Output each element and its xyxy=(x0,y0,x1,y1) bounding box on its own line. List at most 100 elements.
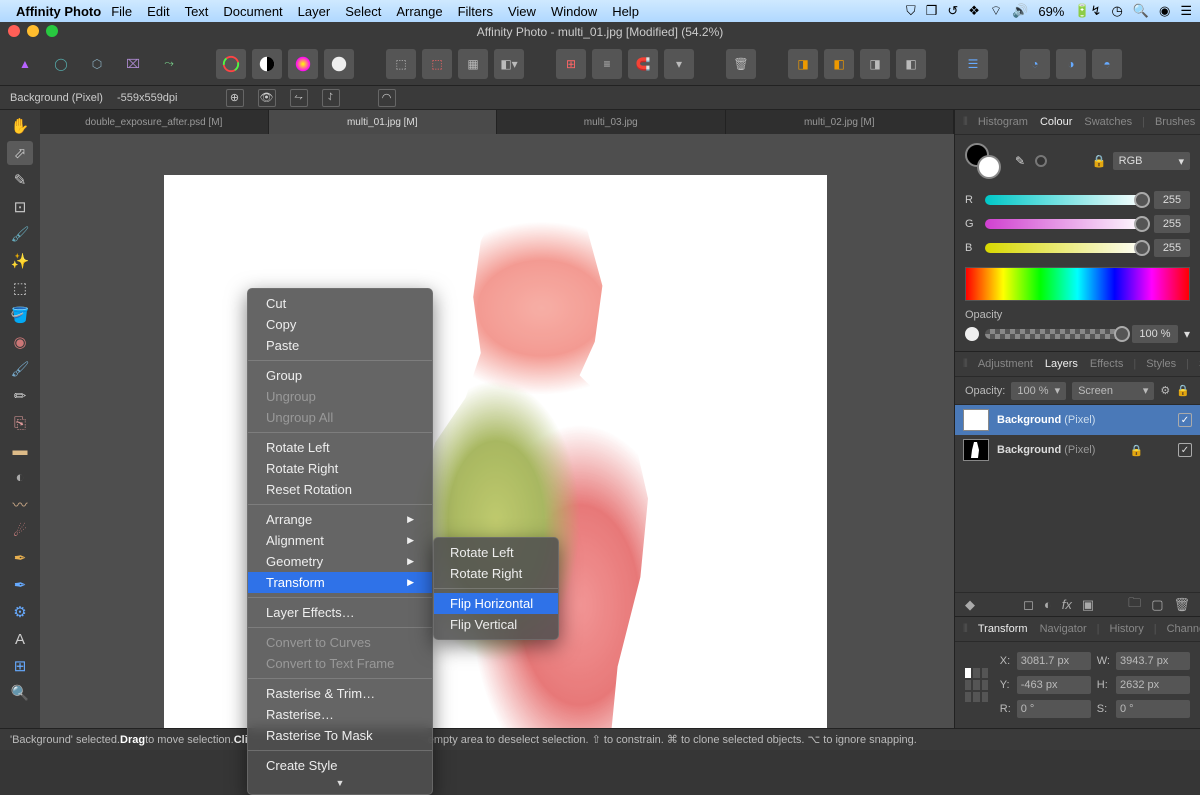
sub-flip-vertical[interactable]: Flip Vertical xyxy=(434,614,558,635)
ctx-rasterise-trim[interactable]: Rasterise & Trim… xyxy=(248,683,432,704)
opacity-dropdown-icon[interactable]: ▾ xyxy=(1184,327,1190,341)
persona-develop-icon[interactable]: ⬡ xyxy=(82,49,112,79)
value-g[interactable]: 255 xyxy=(1154,215,1190,233)
flood-select-tool-icon[interactable]: ✨ xyxy=(7,249,33,273)
dropbox-icon[interactable]: ❖ xyxy=(968,3,980,19)
ctx-group[interactable]: Group xyxy=(248,365,432,386)
blur-tool-icon[interactable]: 〰 xyxy=(7,492,33,516)
ctx-reset-rotation[interactable]: Reset Rotation xyxy=(248,479,432,500)
tab-navigator[interactable]: Navigator xyxy=(1038,621,1089,637)
menu-filters[interactable]: Filters xyxy=(458,4,493,19)
persona-tone-icon[interactable]: ⌧ xyxy=(118,49,148,79)
ctx-eye-icon[interactable]: 👁 xyxy=(258,89,276,107)
menu-edit[interactable]: Edit xyxy=(147,4,169,19)
lock-icon[interactable]: 🔒 xyxy=(1092,154,1107,168)
menu-select[interactable]: Select xyxy=(345,4,381,19)
pen-tool-icon[interactable]: ✒ xyxy=(7,573,33,597)
field-h[interactable]: 2632 px xyxy=(1116,676,1190,694)
sponge-tool-icon[interactable]: ▬ xyxy=(7,438,33,462)
layer-fx-icon[interactable]: fx xyxy=(1062,597,1072,612)
auto-wb-icon[interactable] xyxy=(324,49,354,79)
doc-tab-3[interactable]: multi_03.jpg xyxy=(497,110,726,134)
marquee-tool-icon[interactable]: ⬚ xyxy=(7,276,33,300)
tab-styles[interactable]: Styles xyxy=(1144,356,1178,372)
text-tool-icon[interactable]: A xyxy=(7,627,33,651)
grid-icon[interactable]: ⊞ xyxy=(556,49,586,79)
move-back-icon[interactable]: ◧ xyxy=(896,49,926,79)
mesh-tool-icon[interactable]: ⊞ xyxy=(7,654,33,678)
ctx-create-style[interactable]: Create Style xyxy=(248,755,432,776)
subtract-layer-icon[interactable]: ◑ xyxy=(1056,49,1086,79)
persona-liquify-icon[interactable]: ◯ xyxy=(46,49,76,79)
tab-layers[interactable]: Layers xyxy=(1043,356,1080,372)
volume-icon[interactable]: 🔊 xyxy=(1012,3,1028,19)
menu-text[interactable]: Text xyxy=(185,4,209,19)
ctx-layer-effects[interactable]: Layer Effects… xyxy=(248,602,432,623)
smudge-tool-icon[interactable]: ☄ xyxy=(7,519,33,543)
ctx-cut[interactable]: Cut xyxy=(248,293,432,314)
menu-layer[interactable]: Layer xyxy=(298,4,331,19)
layer-visible-checkbox[interactable]: ✓ xyxy=(1178,443,1192,457)
tab-history[interactable]: History xyxy=(1108,621,1146,637)
zoom-tool-icon[interactable]: 🔍 xyxy=(7,681,33,705)
gradient-tool-icon[interactable]: ◉ xyxy=(7,330,33,354)
tab-effects[interactable]: Effects xyxy=(1088,356,1125,372)
paint-brush-tool-icon[interactable]: 🖌 xyxy=(7,357,33,381)
minimize-button[interactable] xyxy=(27,25,39,37)
tab-swatches[interactable]: Swatches xyxy=(1082,114,1134,130)
layer-add-icon[interactable]: ▢ xyxy=(1151,597,1163,613)
selection-marquee-icon[interactable]: ⬚ xyxy=(386,49,416,79)
move-forward-icon[interactable]: ◧ xyxy=(824,49,854,79)
slider-r[interactable] xyxy=(985,195,1146,205)
move-front-icon[interactable]: ◨ xyxy=(788,49,818,79)
dodge-tool-icon[interactable]: ◐ xyxy=(7,465,33,489)
menu-file[interactable]: File xyxy=(111,4,132,19)
ctx-more-indicator[interactable]: ▼ xyxy=(248,776,432,790)
flood-fill-tool-icon[interactable]: 🪣 xyxy=(7,303,33,327)
colour-mode-select[interactable]: RGB▾ xyxy=(1113,152,1190,170)
ctx-geometry[interactable]: Geometry xyxy=(248,551,432,572)
tab-histogram[interactable]: Histogram xyxy=(976,114,1030,130)
ctx-aligny-icon[interactable]: ⥌ xyxy=(322,89,340,107)
ctx-ungroup[interactable]: Ungroup xyxy=(248,386,432,407)
slider-b[interactable] xyxy=(985,243,1146,253)
ctx-target-icon[interactable]: ⊕ xyxy=(226,89,244,107)
ctx-rotate-right[interactable]: Rotate Right xyxy=(248,458,432,479)
field-w[interactable]: 3943.7 px xyxy=(1116,652,1190,670)
value-b[interactable]: 255 xyxy=(1154,239,1190,257)
ctx-alignx-icon[interactable]: ⥊ xyxy=(290,89,308,107)
layer-group-icon[interactable]: 🗀 xyxy=(1128,594,1141,616)
ctx-rasterise-mask[interactable]: Rasterise To Mask xyxy=(248,725,432,746)
menu-view[interactable]: View xyxy=(508,4,536,19)
opacity-slider[interactable] xyxy=(985,329,1126,339)
clone-brush-tool-icon[interactable]: ⎘ xyxy=(7,411,33,435)
layer-lock-icon[interactable]: 🔒 xyxy=(1130,444,1144,457)
layer-gear-icon[interactable]: ⚙ xyxy=(1160,384,1170,397)
hand-tool-icon[interactable]: ✋ xyxy=(7,114,33,138)
timemachine-icon[interactable]: ↺ xyxy=(947,3,958,19)
ctx-rotate-left[interactable]: Rotate Left xyxy=(248,437,432,458)
menu-arrange[interactable]: Arrange xyxy=(396,4,442,19)
auto-levels-icon[interactable] xyxy=(216,49,246,79)
doc-tab-4[interactable]: multi_02.jpg [M] xyxy=(726,110,955,134)
layer-row[interactable]: Background (Pixel) 🔒 ✓ xyxy=(955,435,1200,465)
spotlight-icon[interactable]: 🔍 xyxy=(1133,3,1149,19)
clock-icon[interactable]: ◷ xyxy=(1111,3,1122,19)
selection-brush-tool-icon[interactable]: 🖌 xyxy=(7,222,33,246)
guides-icon[interactable]: ≡ xyxy=(592,49,622,79)
sub-rotate-right[interactable]: Rotate Right xyxy=(434,563,558,584)
snapping-icon[interactable]: 🧲 xyxy=(628,49,658,79)
ctx-transform[interactable]: Transform xyxy=(248,572,432,593)
app-name[interactable]: Affinity Photo xyxy=(16,4,101,19)
slider-g[interactable] xyxy=(985,219,1146,229)
notification-icon[interactable]: ☰ xyxy=(1180,3,1192,19)
auto-contrast-icon[interactable] xyxy=(252,49,282,79)
selection-quick-icon[interactable]: ▦ xyxy=(458,49,488,79)
persona-export-icon[interactable]: ⤳ xyxy=(154,49,184,79)
box-icon[interactable]: ❒ xyxy=(926,3,938,19)
eyedropper-icon[interactable]: ✎ xyxy=(1015,154,1025,168)
ctx-alignment[interactable]: Alignment xyxy=(248,530,432,551)
move-backward-icon[interactable]: ◨ xyxy=(860,49,890,79)
tab-channels[interactable]: Channels xyxy=(1165,621,1200,637)
erase-brush-tool-icon[interactable]: ✏ xyxy=(7,384,33,408)
